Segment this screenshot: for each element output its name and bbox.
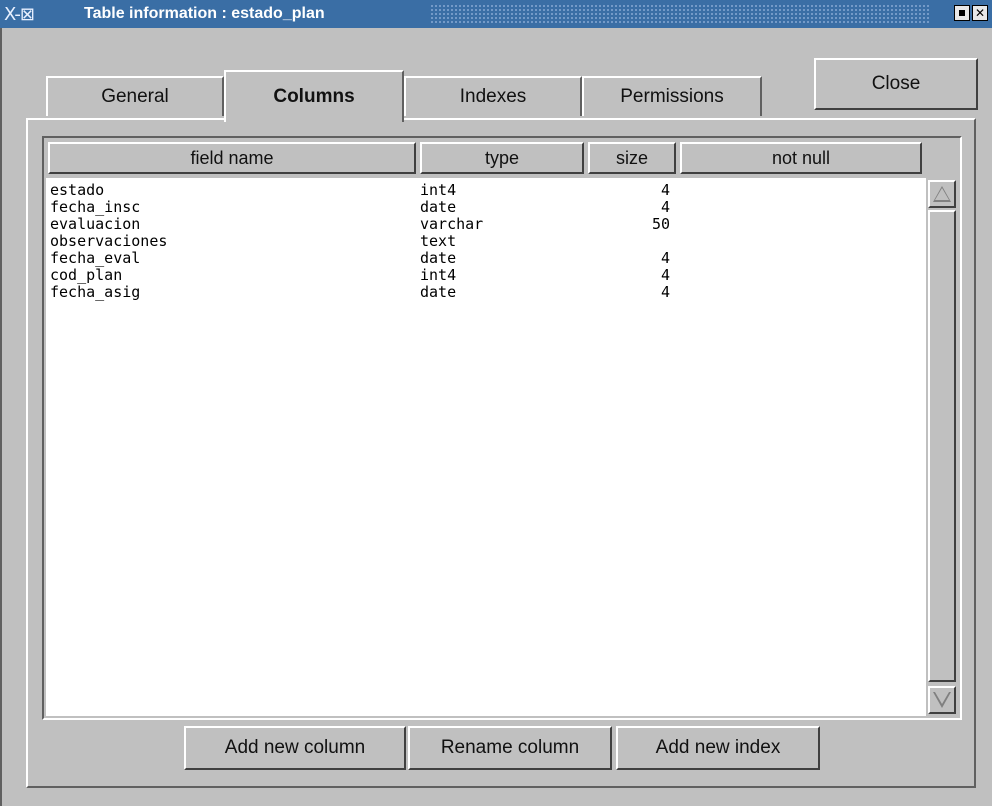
cell-size: 4 bbox=[660, 283, 670, 301]
arrow-down-icon bbox=[933, 692, 951, 708]
tab-columns[interactable]: Columns bbox=[224, 70, 404, 122]
table-row[interactable]: fecha_asig date 4 bbox=[46, 284, 926, 301]
close-icon: ✕ bbox=[974, 6, 986, 20]
tab-indexes[interactable]: Indexes bbox=[404, 76, 582, 116]
cell-name: observaciones bbox=[50, 232, 168, 250]
columns-list[interactable]: estado int4 4 fecha_insc date 4 evaluaci… bbox=[46, 178, 926, 716]
close-button[interactable]: Close bbox=[814, 58, 978, 110]
header-size[interactable]: size bbox=[588, 142, 676, 174]
table-row[interactable]: cod_plan int4 4 bbox=[46, 267, 926, 284]
window-menu-icon[interactable]: X-⊠ bbox=[4, 3, 35, 25]
scroll-down-button[interactable] bbox=[928, 686, 956, 714]
header-not-null[interactable]: not null bbox=[680, 142, 922, 174]
title-bar-pattern bbox=[430, 4, 930, 24]
cell-type: int4 bbox=[420, 181, 457, 199]
add-index-button[interactable]: Add new index bbox=[616, 726, 820, 770]
cell-size: 4 bbox=[660, 249, 670, 267]
arrow-up-icon bbox=[933, 186, 951, 202]
cell-type: date bbox=[420, 249, 457, 267]
vertical-scrollbar[interactable] bbox=[926, 178, 958, 716]
cell-type: varchar bbox=[420, 215, 484, 233]
cell-type: int4 bbox=[420, 266, 457, 284]
header-type[interactable]: type bbox=[420, 142, 584, 174]
cell-name: estado bbox=[50, 181, 105, 199]
window-title: Table information : estado_plan bbox=[84, 5, 325, 22]
cell-size: 4 bbox=[660, 181, 670, 199]
cell-type: date bbox=[420, 198, 457, 216]
cell-size: 50 bbox=[651, 215, 670, 233]
scroll-up-button[interactable] bbox=[928, 180, 956, 208]
cell-name: cod_plan bbox=[50, 266, 123, 284]
minimize-button[interactable] bbox=[954, 5, 970, 21]
tab-permissions[interactable]: Permissions bbox=[582, 76, 762, 116]
table-row[interactable]: fecha_eval date 4 bbox=[46, 250, 926, 267]
table-row[interactable]: fecha_insc date 4 bbox=[46, 199, 926, 216]
cell-type: date bbox=[420, 283, 457, 301]
cell-name: fecha_eval bbox=[50, 249, 141, 267]
cell-size: 4 bbox=[660, 266, 670, 284]
close-window-button[interactable]: ✕ bbox=[972, 5, 988, 21]
title-bar[interactable]: X-⊠ Table information : estado_plan ✕ bbox=[0, 0, 992, 29]
cell-name: fecha_asig bbox=[50, 283, 141, 301]
table-row[interactable]: evaluacion varchar 50 bbox=[46, 216, 926, 233]
scrollbar-thumb[interactable] bbox=[928, 210, 956, 682]
table-row[interactable]: observaciones text bbox=[46, 233, 926, 250]
table-row[interactable]: estado int4 4 bbox=[46, 182, 926, 199]
cell-type: text bbox=[420, 232, 457, 250]
add-column-button[interactable]: Add new column bbox=[184, 726, 406, 770]
cell-size: 4 bbox=[660, 198, 670, 216]
minimize-icon bbox=[959, 10, 965, 16]
rename-column-button[interactable]: Rename column bbox=[408, 726, 612, 770]
cell-name: evaluacion bbox=[50, 215, 141, 233]
header-field-name[interactable]: field name bbox=[48, 142, 416, 174]
cell-name: fecha_insc bbox=[50, 198, 141, 216]
tab-general[interactable]: General bbox=[46, 76, 224, 116]
